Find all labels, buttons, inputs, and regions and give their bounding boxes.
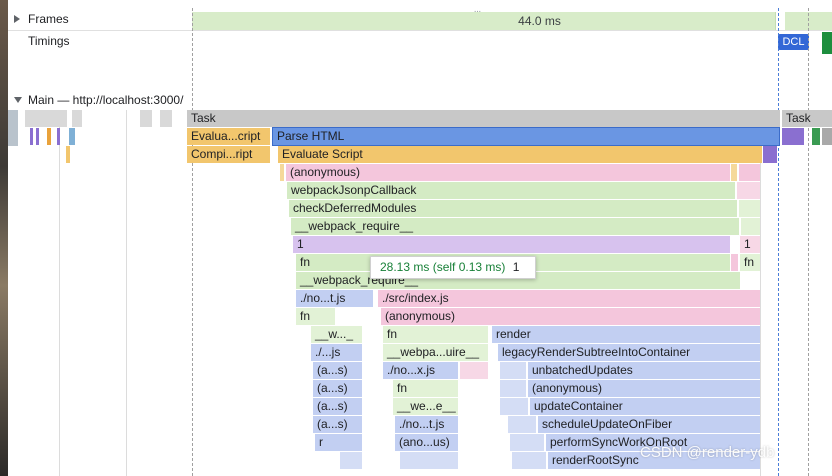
- flame-bar-anonymous[interactable]: (anonymous): [528, 380, 760, 397]
- flame-bar-unbatched-updates[interactable]: unbatchedUpdates: [528, 362, 760, 379]
- flame-bar[interactable]: [47, 128, 51, 145]
- flame-bar[interactable]: [500, 398, 528, 415]
- flame-bar-module-1[interactable]: 1: [740, 236, 760, 253]
- flame-bar[interactable]: [812, 128, 820, 145]
- flame-bar[interactable]: [500, 362, 526, 379]
- flame-bar[interactable]: [460, 362, 488, 379]
- paint-marker[interactable]: [822, 32, 832, 54]
- flame-bar-webpack-require[interactable]: __w..._: [311, 326, 362, 343]
- grid-line: [126, 110, 127, 476]
- frame-start-guide: [192, 8, 193, 476]
- flame-bar[interactable]: [30, 128, 33, 145]
- flame-bar-evaluate[interactable]: Evalua...cript: [187, 128, 270, 145]
- flame-bar[interactable]: [731, 254, 738, 271]
- tooltip-name: 1: [512, 260, 520, 274]
- flame-bar-anonymous-short[interactable]: (a...s): [313, 398, 362, 415]
- flame-bar-anonymous-short[interactable]: (ano...us): [395, 434, 458, 451]
- collapse-triangle-icon[interactable]: [14, 97, 22, 103]
- flame-bar-update-container[interactable]: updateContainer: [530, 398, 760, 415]
- flame-bar-fn[interactable]: fn: [383, 326, 488, 343]
- dcl-guide: [778, 8, 779, 476]
- flame-bar-fn[interactable]: fn: [740, 254, 760, 271]
- timings-track-label: Timings: [28, 34, 70, 48]
- flame-bar[interactable]: [400, 452, 458, 469]
- flame-bar[interactable]: [782, 128, 804, 145]
- performance-panel: Frames 44.0 ms ··· Timings DCL Main — ht…: [0, 0, 832, 476]
- flame-bar-module-path[interactable]: ./no...t.js: [296, 290, 373, 307]
- flame-bar-anonymous-short[interactable]: (a...s): [313, 362, 362, 379]
- flame-bar-parse-html[interactable]: Parse HTML: [272, 127, 780, 146]
- flame-bar[interactable]: [69, 128, 75, 145]
- flame-bar[interactable]: [763, 146, 777, 163]
- flame-bar-legacy-render[interactable]: legacyRenderSubtreeIntoContainer: [498, 344, 760, 361]
- flame-bar[interactable]: [57, 128, 60, 145]
- flame-bar[interactable]: [25, 110, 67, 127]
- timings-track[interactable]: Timings: [8, 30, 832, 91]
- flame-bar-compile[interactable]: Compi...ript: [187, 146, 270, 163]
- flame-bar[interactable]: [510, 434, 544, 451]
- flame-bar[interactable]: [72, 110, 82, 127]
- flame-bar-anonymous[interactable]: (anonymous): [286, 164, 730, 181]
- flame-bar-module-path[interactable]: ./...js: [311, 344, 362, 361]
- main-track-label: Main — http://localhost:3000/: [28, 93, 184, 107]
- flame-bar-evaluate-script[interactable]: Evaluate Script: [278, 146, 762, 163]
- flame-bar-anonymous-short[interactable]: (a...s): [313, 380, 362, 397]
- dcl-marker[interactable]: DCL: [778, 34, 809, 50]
- frames-track[interactable]: Frames 44.0 ms ···: [8, 7, 832, 31]
- desktop-wallpaper-edge: [0, 0, 8, 476]
- flame-bar-webpack-require[interactable]: __webpa...uire__: [383, 344, 488, 361]
- flame-bar[interactable]: [731, 164, 737, 181]
- flame-bar[interactable]: [500, 380, 526, 397]
- flame-bar-module-1[interactable]: 1: [293, 236, 730, 253]
- flame-bar-fn[interactable]: fn: [393, 380, 458, 397]
- grid-line: [59, 110, 60, 476]
- expand-triangle-icon[interactable]: [14, 15, 20, 23]
- flame-bar-check-deferred[interactable]: checkDeferredModules: [289, 200, 737, 217]
- flame-bar[interactable]: [280, 164, 284, 181]
- frame-duration: 44.0 ms: [518, 14, 561, 28]
- flame-bar[interactable]: [160, 110, 172, 127]
- flame-bar-webpack-require[interactable]: __webpack_require__: [291, 218, 739, 235]
- drag-handle-icon[interactable]: ···: [470, 7, 484, 17]
- flame-bar[interactable]: [36, 128, 39, 145]
- flame-bar[interactable]: [739, 164, 760, 181]
- flame-tooltip: 28.13 ms (self 0.13 ms) 1: [370, 256, 536, 279]
- flame-bar[interactable]: [140, 110, 152, 127]
- tooltip-duration: 28.13 ms (self 0.13 ms): [380, 260, 506, 274]
- flame-bar-task[interactable]: Task: [187, 110, 780, 127]
- flame-bar-jsonp-callback[interactable]: webpackJsonpCallback: [287, 182, 735, 199]
- flame-bar[interactable]: [66, 146, 70, 163]
- flame-bar-anonymous[interactable]: (anonymous): [381, 308, 760, 325]
- flame-bar-schedule-update[interactable]: scheduleUpdateOnFiber: [538, 416, 760, 433]
- flame-bar[interactable]: [508, 416, 536, 433]
- flame-bar-webpack-require[interactable]: __we...e__: [393, 398, 458, 415]
- main-track-header[interactable]: Main — http://localhost:3000/: [8, 90, 832, 110]
- flame-bar-module-path[interactable]: ./no...t.js: [395, 416, 458, 433]
- flame-bar[interactable]: [739, 200, 760, 217]
- flame-bar[interactable]: [512, 452, 546, 469]
- watermark: CSDN @render-ydb: [640, 444, 775, 461]
- flame-bar-render[interactable]: render: [492, 326, 760, 343]
- flame-bar[interactable]: [822, 128, 832, 145]
- flame-bar[interactable]: [340, 452, 362, 469]
- flame-bar-index-js[interactable]: ./src/index.js: [378, 290, 760, 307]
- flame-bar-anonymous-short[interactable]: (a...s): [313, 416, 362, 433]
- track-gutter: [8, 110, 18, 146]
- flame-bar-r[interactable]: r: [315, 434, 362, 451]
- frames-track-label: Frames: [28, 12, 69, 26]
- grid-line: [760, 110, 761, 476]
- flame-bar-module-path[interactable]: ./no...x.js: [383, 362, 458, 379]
- flame-bar-task[interactable]: Task: [782, 110, 832, 127]
- flame-bar-fn[interactable]: fn: [296, 308, 335, 325]
- flame-bar[interactable]: [737, 182, 760, 199]
- frame-end-guide: [808, 8, 809, 476]
- flame-bar[interactable]: [741, 218, 760, 235]
